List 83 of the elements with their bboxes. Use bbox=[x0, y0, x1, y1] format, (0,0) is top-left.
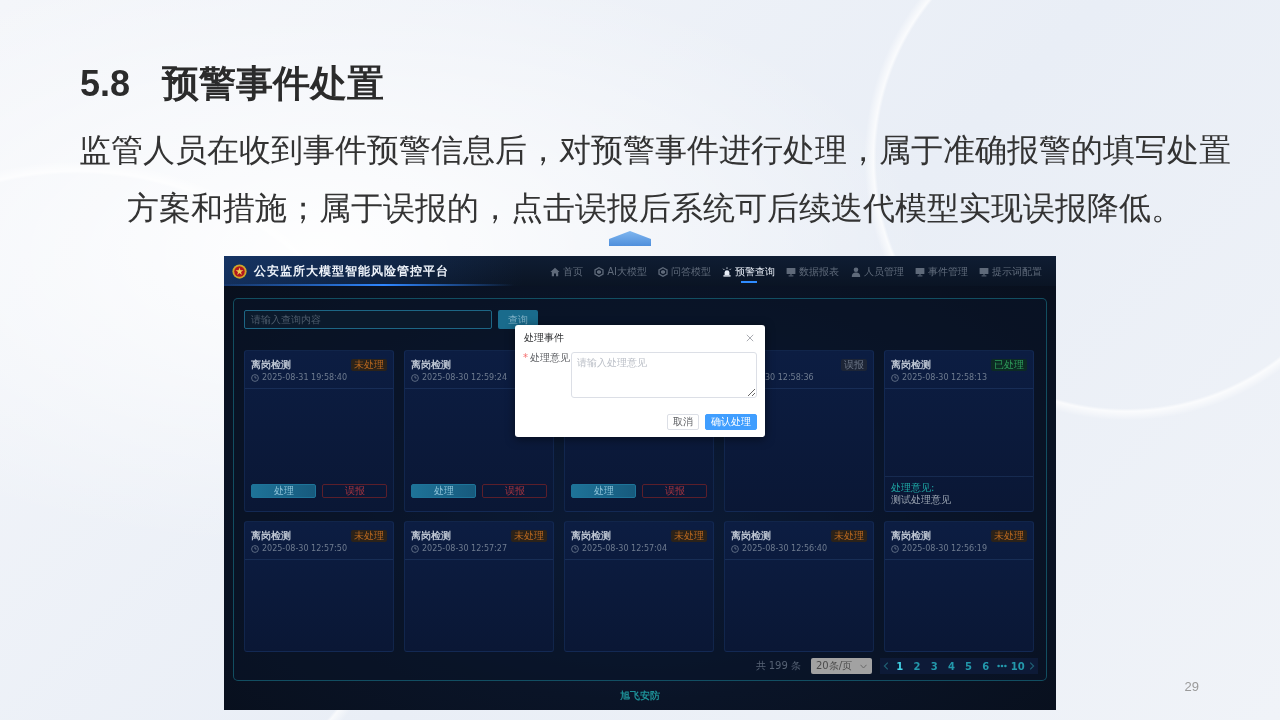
false-alarm-button[interactable]: 误报 bbox=[322, 484, 387, 498]
caret-icon bbox=[860, 663, 867, 669]
clock-icon bbox=[251, 544, 259, 553]
card-title: 离岗检测 bbox=[891, 529, 931, 542]
slide-title: 预警事件处置 bbox=[162, 64, 385, 104]
up-arrow-icon bbox=[609, 231, 651, 246]
handle-button[interactable]: 处理 bbox=[251, 484, 316, 498]
clock-icon bbox=[411, 373, 419, 382]
field-label: 处理意见 bbox=[530, 352, 570, 365]
total-count: 共 199 条 bbox=[755, 659, 801, 673]
opinion-text: 测试处理意见 bbox=[891, 494, 952, 506]
monitor-icon bbox=[914, 267, 925, 277]
siren-icon bbox=[722, 267, 733, 277]
nav-tab[interactable]: 人员管理 bbox=[850, 256, 904, 283]
nav-tab[interactable]: 提示词配置 bbox=[979, 256, 1042, 283]
page-size-select[interactable]: 20条/页 bbox=[811, 658, 872, 674]
more-icon[interactable] bbox=[996, 664, 1007, 668]
page-button[interactable]: 2 bbox=[910, 660, 924, 672]
status-tag: 未处理 bbox=[351, 529, 387, 542]
handle-button[interactable]: 处理 bbox=[411, 484, 476, 498]
false-alarm-button[interactable]: 误报 bbox=[642, 484, 707, 498]
card-timestamp: 30 12:58:36 bbox=[765, 372, 814, 383]
body-paragraph: 监管人员在收到事件预警信息后，对预警事件进行处理，属于准确报警的填写处置方案和措施；属于误报的，点击误报后系统可后续迭代模型实现误报降低。 bbox=[78, 130, 1232, 229]
monitor-icon bbox=[786, 267, 797, 277]
chevron-right-icon[interactable] bbox=[1028, 662, 1035, 670]
card-title: 离岗检测 bbox=[251, 529, 291, 542]
status-tag: 未处理 bbox=[671, 529, 707, 542]
hexagon-icon bbox=[658, 267, 669, 277]
card-timestamp: 2025-08-30 12:59:24 bbox=[422, 372, 507, 383]
card-timestamp: 2025-08-31 19:58:40 bbox=[262, 372, 347, 383]
page-button[interactable]: 6 bbox=[979, 660, 993, 672]
status-tag: 已处理 bbox=[991, 358, 1027, 371]
card-title: 离岗检测 bbox=[251, 358, 291, 371]
card-timestamp: 2025-08-30 12:57:04 bbox=[582, 543, 667, 554]
page-button[interactable]: 5 bbox=[962, 660, 976, 672]
status-tag: 未处理 bbox=[831, 529, 867, 542]
nav-tab[interactable]: 首页 bbox=[550, 256, 583, 283]
card-title: 离岗检测 bbox=[571, 529, 611, 542]
clock-icon bbox=[411, 544, 419, 553]
card-timestamp: 2025-08-30 12:56:40 bbox=[742, 543, 827, 554]
nav-tab[interactable]: 数据报表 bbox=[786, 256, 840, 283]
card-title: 离岗检测 bbox=[411, 529, 451, 542]
clock-icon bbox=[571, 544, 579, 553]
card-timestamp: 2025-08-30 12:57:27 bbox=[422, 543, 507, 554]
page-button[interactable]: 4 bbox=[944, 660, 958, 672]
cancel-button[interactable]: 取消 bbox=[667, 414, 699, 430]
card-timestamp: 2025-08-30 12:58:13 bbox=[902, 372, 987, 383]
hexagon-icon bbox=[594, 267, 605, 277]
page-number: 29 bbox=[1184, 680, 1199, 694]
card-title: 离岗检测 bbox=[731, 529, 771, 542]
monitor-icon bbox=[979, 267, 989, 277]
clock-icon bbox=[891, 544, 899, 553]
person-icon bbox=[850, 267, 861, 277]
page-button[interactable]: 10 bbox=[1010, 660, 1025, 672]
page-button[interactable]: 3 bbox=[927, 660, 941, 672]
nav-tab[interactable]: AI大模型 bbox=[594, 256, 647, 283]
card-title: 离岗检测 bbox=[891, 358, 931, 371]
card-timestamp: 2025-08-30 12:57:50 bbox=[262, 543, 347, 554]
nav-tab[interactable]: 问答模型 bbox=[658, 256, 712, 283]
close-icon[interactable] bbox=[746, 334, 754, 342]
handle-button[interactable]: 处理 bbox=[571, 484, 636, 498]
clock-icon bbox=[891, 373, 899, 382]
opinion-label: 处理意见: bbox=[891, 482, 936, 494]
status-tag: 未处理 bbox=[351, 358, 387, 371]
chevron-left-icon[interactable] bbox=[883, 662, 889, 670]
app-title: 公安监所大模型智能风险管控平台 bbox=[254, 264, 449, 278]
home-icon bbox=[550, 267, 560, 277]
confirm-button[interactable]: 确认处理 bbox=[705, 414, 757, 430]
card-title: 离岗检测 bbox=[411, 358, 451, 371]
status-tag: 未处理 bbox=[991, 529, 1027, 542]
status-tag: 误报 bbox=[841, 358, 867, 371]
dialog-title: 处理事件 bbox=[524, 332, 564, 344]
required-mark: * bbox=[523, 352, 528, 365]
card-timestamp: 2025-08-30 12:56:19 bbox=[902, 543, 987, 554]
false-alarm-button[interactable]: 误报 bbox=[482, 484, 547, 498]
clock-icon bbox=[251, 373, 259, 382]
clock-icon bbox=[731, 544, 739, 553]
nav-tab[interactable]: 事件管理 bbox=[914, 256, 968, 283]
page-button[interactable]: 1 bbox=[893, 660, 907, 672]
footer-brand: 旭飞安防 bbox=[620, 688, 660, 703]
badge-icon bbox=[232, 263, 247, 279]
section-number: 5.8 bbox=[80, 64, 131, 104]
status-tag: 未处理 bbox=[511, 529, 547, 542]
